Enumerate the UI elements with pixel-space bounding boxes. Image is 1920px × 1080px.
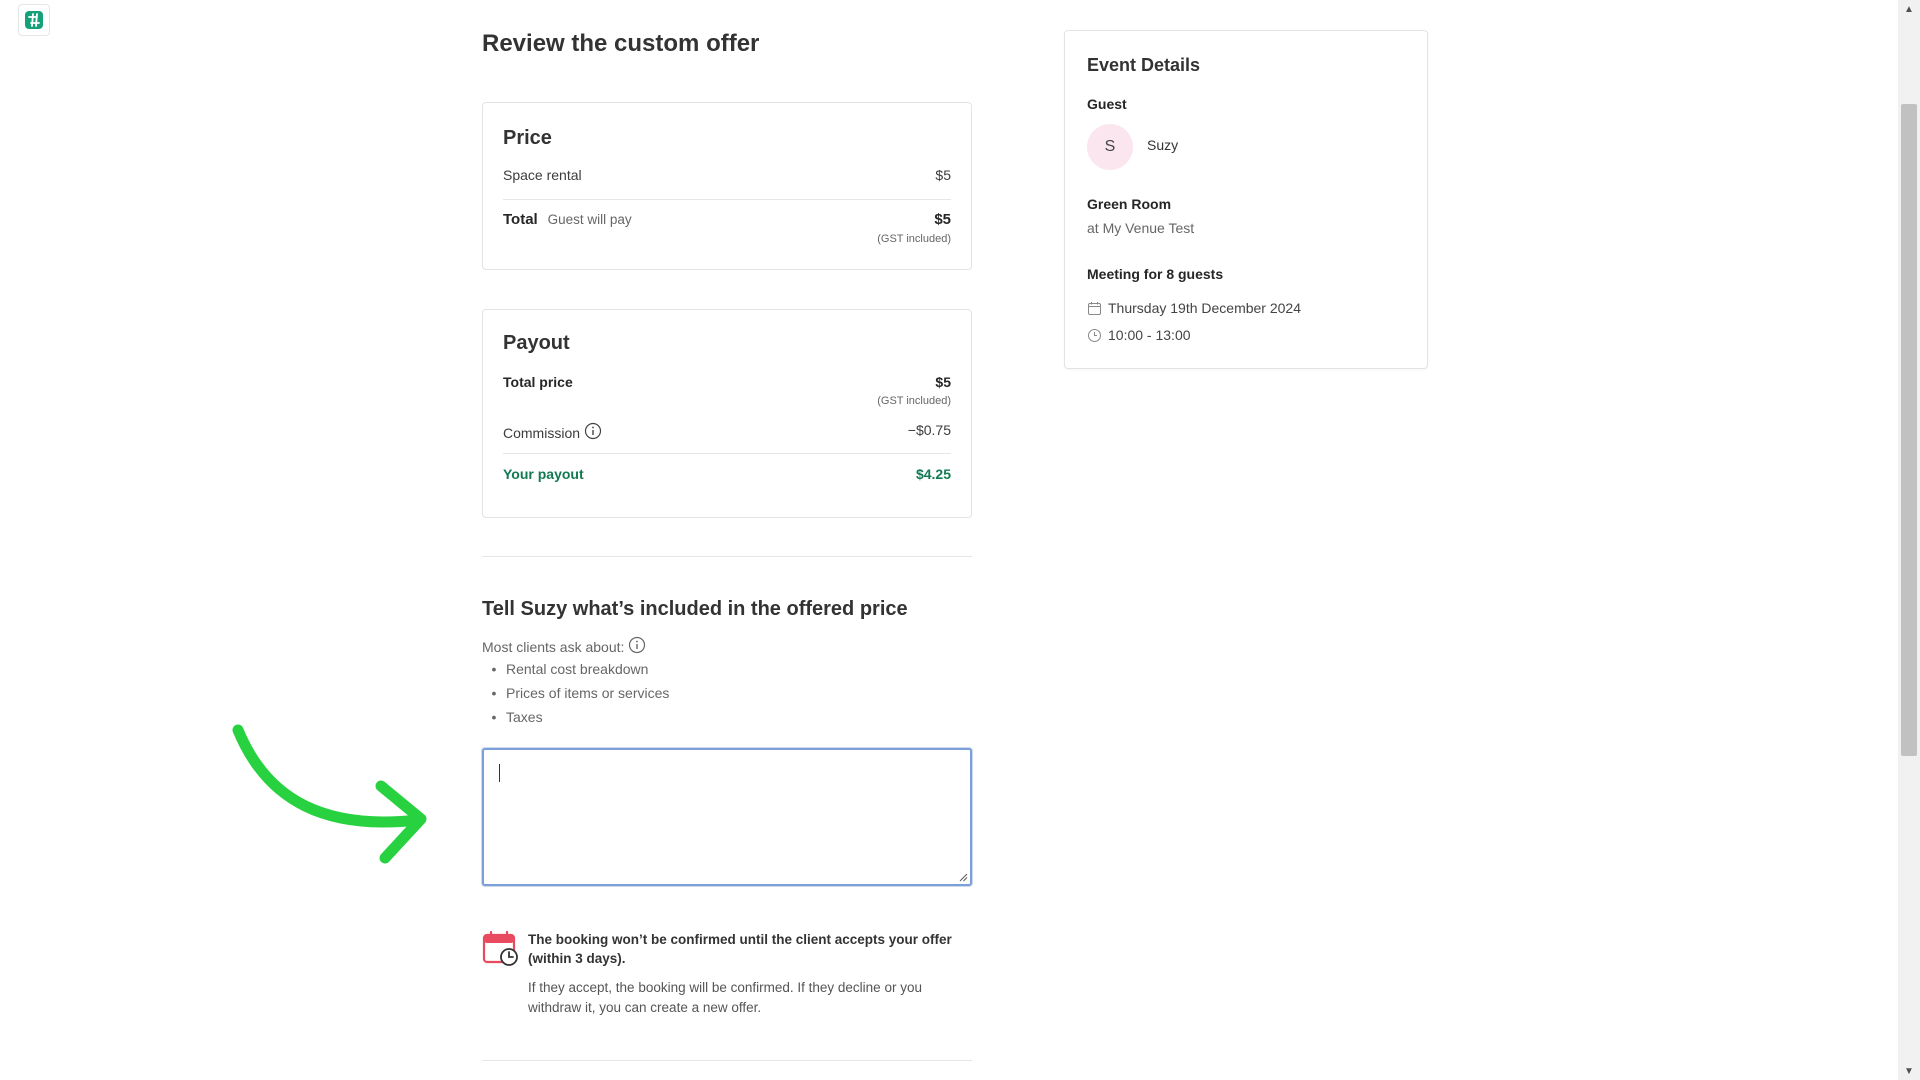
ask-list: Rental cost breakdown Prices of items or… — [482, 657, 669, 729]
section-divider — [482, 556, 972, 557]
resize-grip-icon[interactable] — [958, 872, 968, 882]
total-row-label: Total Guest will pay — [503, 211, 632, 228]
list-item: Rental cost breakdown — [482, 657, 669, 681]
scrollbar-thumb[interactable] — [1901, 104, 1917, 756]
space-rental-value: $5 — [935, 167, 951, 183]
your-payout-value: $4.25 — [915, 466, 951, 482]
clock-icon — [1088, 328, 1101, 342]
page: Review the custom offer Price Space rent… — [0, 0, 1920, 1080]
total-price-tax-note: (GST included) — [877, 395, 951, 407]
avatar: S — [1087, 124, 1133, 170]
room-name: Green Room — [1087, 196, 1172, 212]
list-item: Prices of items or services — [482, 681, 669, 705]
total-tax-note: (GST included) — [877, 233, 951, 245]
info-icon[interactable] — [628, 636, 646, 657]
event-time: 10:00 - 13:00 — [1108, 327, 1191, 343]
price-card-title: Price — [503, 127, 552, 149]
divider — [503, 199, 951, 200]
commission-value: −$0.75 — [907, 422, 951, 438]
divider — [503, 453, 951, 454]
calendar-icon — [1088, 301, 1101, 315]
space-rental-label: Space rental — [503, 167, 582, 183]
list-item: Taxes — [482, 705, 669, 729]
calendar-clock-icon — [482, 930, 520, 973]
payout-card: Payout Total price $5 (GST included) Com… — [482, 309, 972, 518]
commission-row: Commission — [503, 422, 602, 443]
included-description-textarea[interactable] — [482, 748, 972, 886]
ask-label: Most clients ask about: — [482, 638, 625, 655]
payout-card-title: Payout — [503, 332, 570, 354]
guest-label: Guest — [1087, 96, 1127, 112]
event-details-card: Event Details Guest S Suzy Green Room at… — [1064, 30, 1428, 369]
notice-body: If they accept, the booking will be conf… — [528, 980, 922, 1015]
venue-logo-icon[interactable] — [18, 4, 50, 36]
guest-name: Suzy — [1147, 137, 1179, 153]
scroll-up-icon[interactable]: ▲ — [1898, 0, 1920, 18]
text-caret — [499, 764, 500, 782]
included-section-title: Tell Suzy what’s included in the offered… — [482, 598, 908, 620]
section-divider — [482, 1060, 972, 1061]
event-date-row: Thursday 19th December 2024 — [1087, 300, 1301, 316]
notice-heading: The booking won’t be confirmed until the… — [528, 932, 952, 966]
total-note: Guest will pay — [547, 212, 632, 227]
info-icon[interactable] — [584, 422, 602, 443]
vertical-scrollbar[interactable]: ▲ ▼ — [1898, 0, 1920, 1080]
price-card: Price Space rental $5 Total Guest will p… — [482, 102, 972, 270]
event-details-title: Event Details — [1087, 55, 1201, 75]
total-value: $5 — [934, 211, 951, 228]
total-price-label: Total price — [503, 374, 573, 390]
venue-name: at My Venue Test — [1087, 220, 1195, 236]
page-title: Review the custom offer — [482, 30, 760, 57]
event-time-row: 10:00 - 13:00 — [1087, 327, 1191, 343]
commission-label: Commission — [503, 424, 581, 441]
curved-arrow-icon — [228, 718, 438, 873]
scroll-down-icon[interactable]: ▼ — [1898, 1062, 1920, 1080]
total-label: Total — [503, 211, 538, 228]
ask-label-row: Most clients ask about: — [482, 636, 646, 657]
meeting-summary: Meeting for 8 guests — [1087, 266, 1224, 282]
event-date: Thursday 19th December 2024 — [1108, 300, 1301, 316]
your-payout-label: Your payout — [503, 466, 584, 482]
total-price-value: $5 — [935, 374, 951, 390]
